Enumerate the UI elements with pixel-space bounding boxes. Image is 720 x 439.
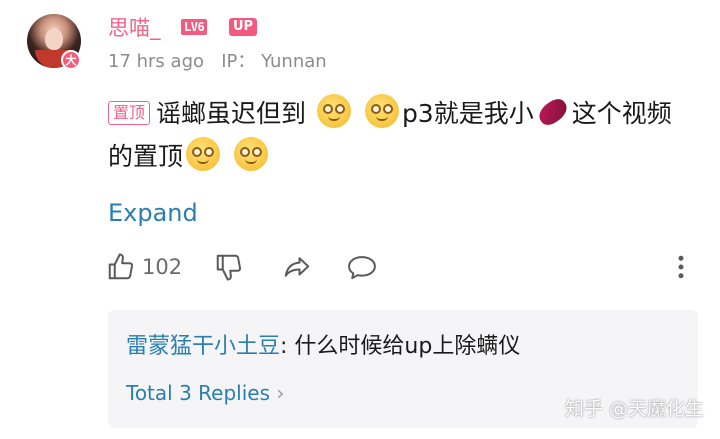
up-badge: UP	[229, 18, 258, 36]
comment-text-part1: 谣螂虽迟但到	[156, 99, 307, 128]
thumbs-up-icon	[106, 252, 136, 282]
sweet-potato-emoji	[534, 95, 571, 129]
comment-meta: 17 hrs ago IP： Yunnan	[108, 50, 327, 74]
thumbs-down-icon	[214, 252, 244, 282]
share-button[interactable]	[282, 248, 312, 286]
share-icon	[282, 252, 312, 282]
level-badge: LV6	[181, 19, 208, 35]
ip-location: Yunnan	[261, 51, 327, 72]
like-button[interactable]: 102	[106, 248, 182, 286]
avatar-badge: 大	[61, 50, 81, 70]
total-replies-label: Total 3 Replies	[126, 381, 270, 405]
timestamp: 17 hrs ago	[108, 51, 205, 72]
comment-text-part2: p3就是我小	[401, 99, 534, 128]
avatar-face	[45, 28, 63, 50]
like-count: 102	[142, 255, 183, 279]
dizzy-face-emoji	[364, 94, 399, 128]
comment-text: 置顶 谣螂虽迟但到 p3就是我小 这个视频的置顶	[108, 92, 688, 178]
pinned-tag: 置顶	[108, 101, 151, 125]
more-options-button[interactable]	[674, 248, 688, 286]
comment-actions: 102	[106, 248, 706, 286]
chevron-right-icon: ›	[276, 381, 285, 405]
ip-label: IP：	[221, 51, 256, 72]
reply-separator: :	[280, 334, 295, 359]
dizzy-face-emoji	[233, 137, 268, 171]
expand-link[interactable]: Expand	[108, 196, 198, 230]
dislike-button[interactable]	[214, 248, 244, 286]
comment-icon	[346, 252, 378, 282]
total-replies-link[interactable]: Total 3 Replies ›	[126, 378, 284, 408]
reply-button[interactable]	[346, 248, 378, 286]
reply-text: 什么时候给up上除螨仪	[294, 334, 521, 359]
dizzy-face-emoji	[186, 137, 221, 171]
reply-author[interactable]: 雷蒙猛干小土豆	[126, 334, 280, 359]
dizzy-face-emoji	[316, 94, 351, 128]
reply-preview-line: 雷蒙猛干小土豆: 什么时候给up上除螨仪	[126, 332, 520, 362]
username[interactable]: 思喵_	[108, 14, 161, 42]
more-vertical-icon	[674, 252, 688, 282]
watermark: 知乎 @天魔化生	[564, 398, 704, 420]
